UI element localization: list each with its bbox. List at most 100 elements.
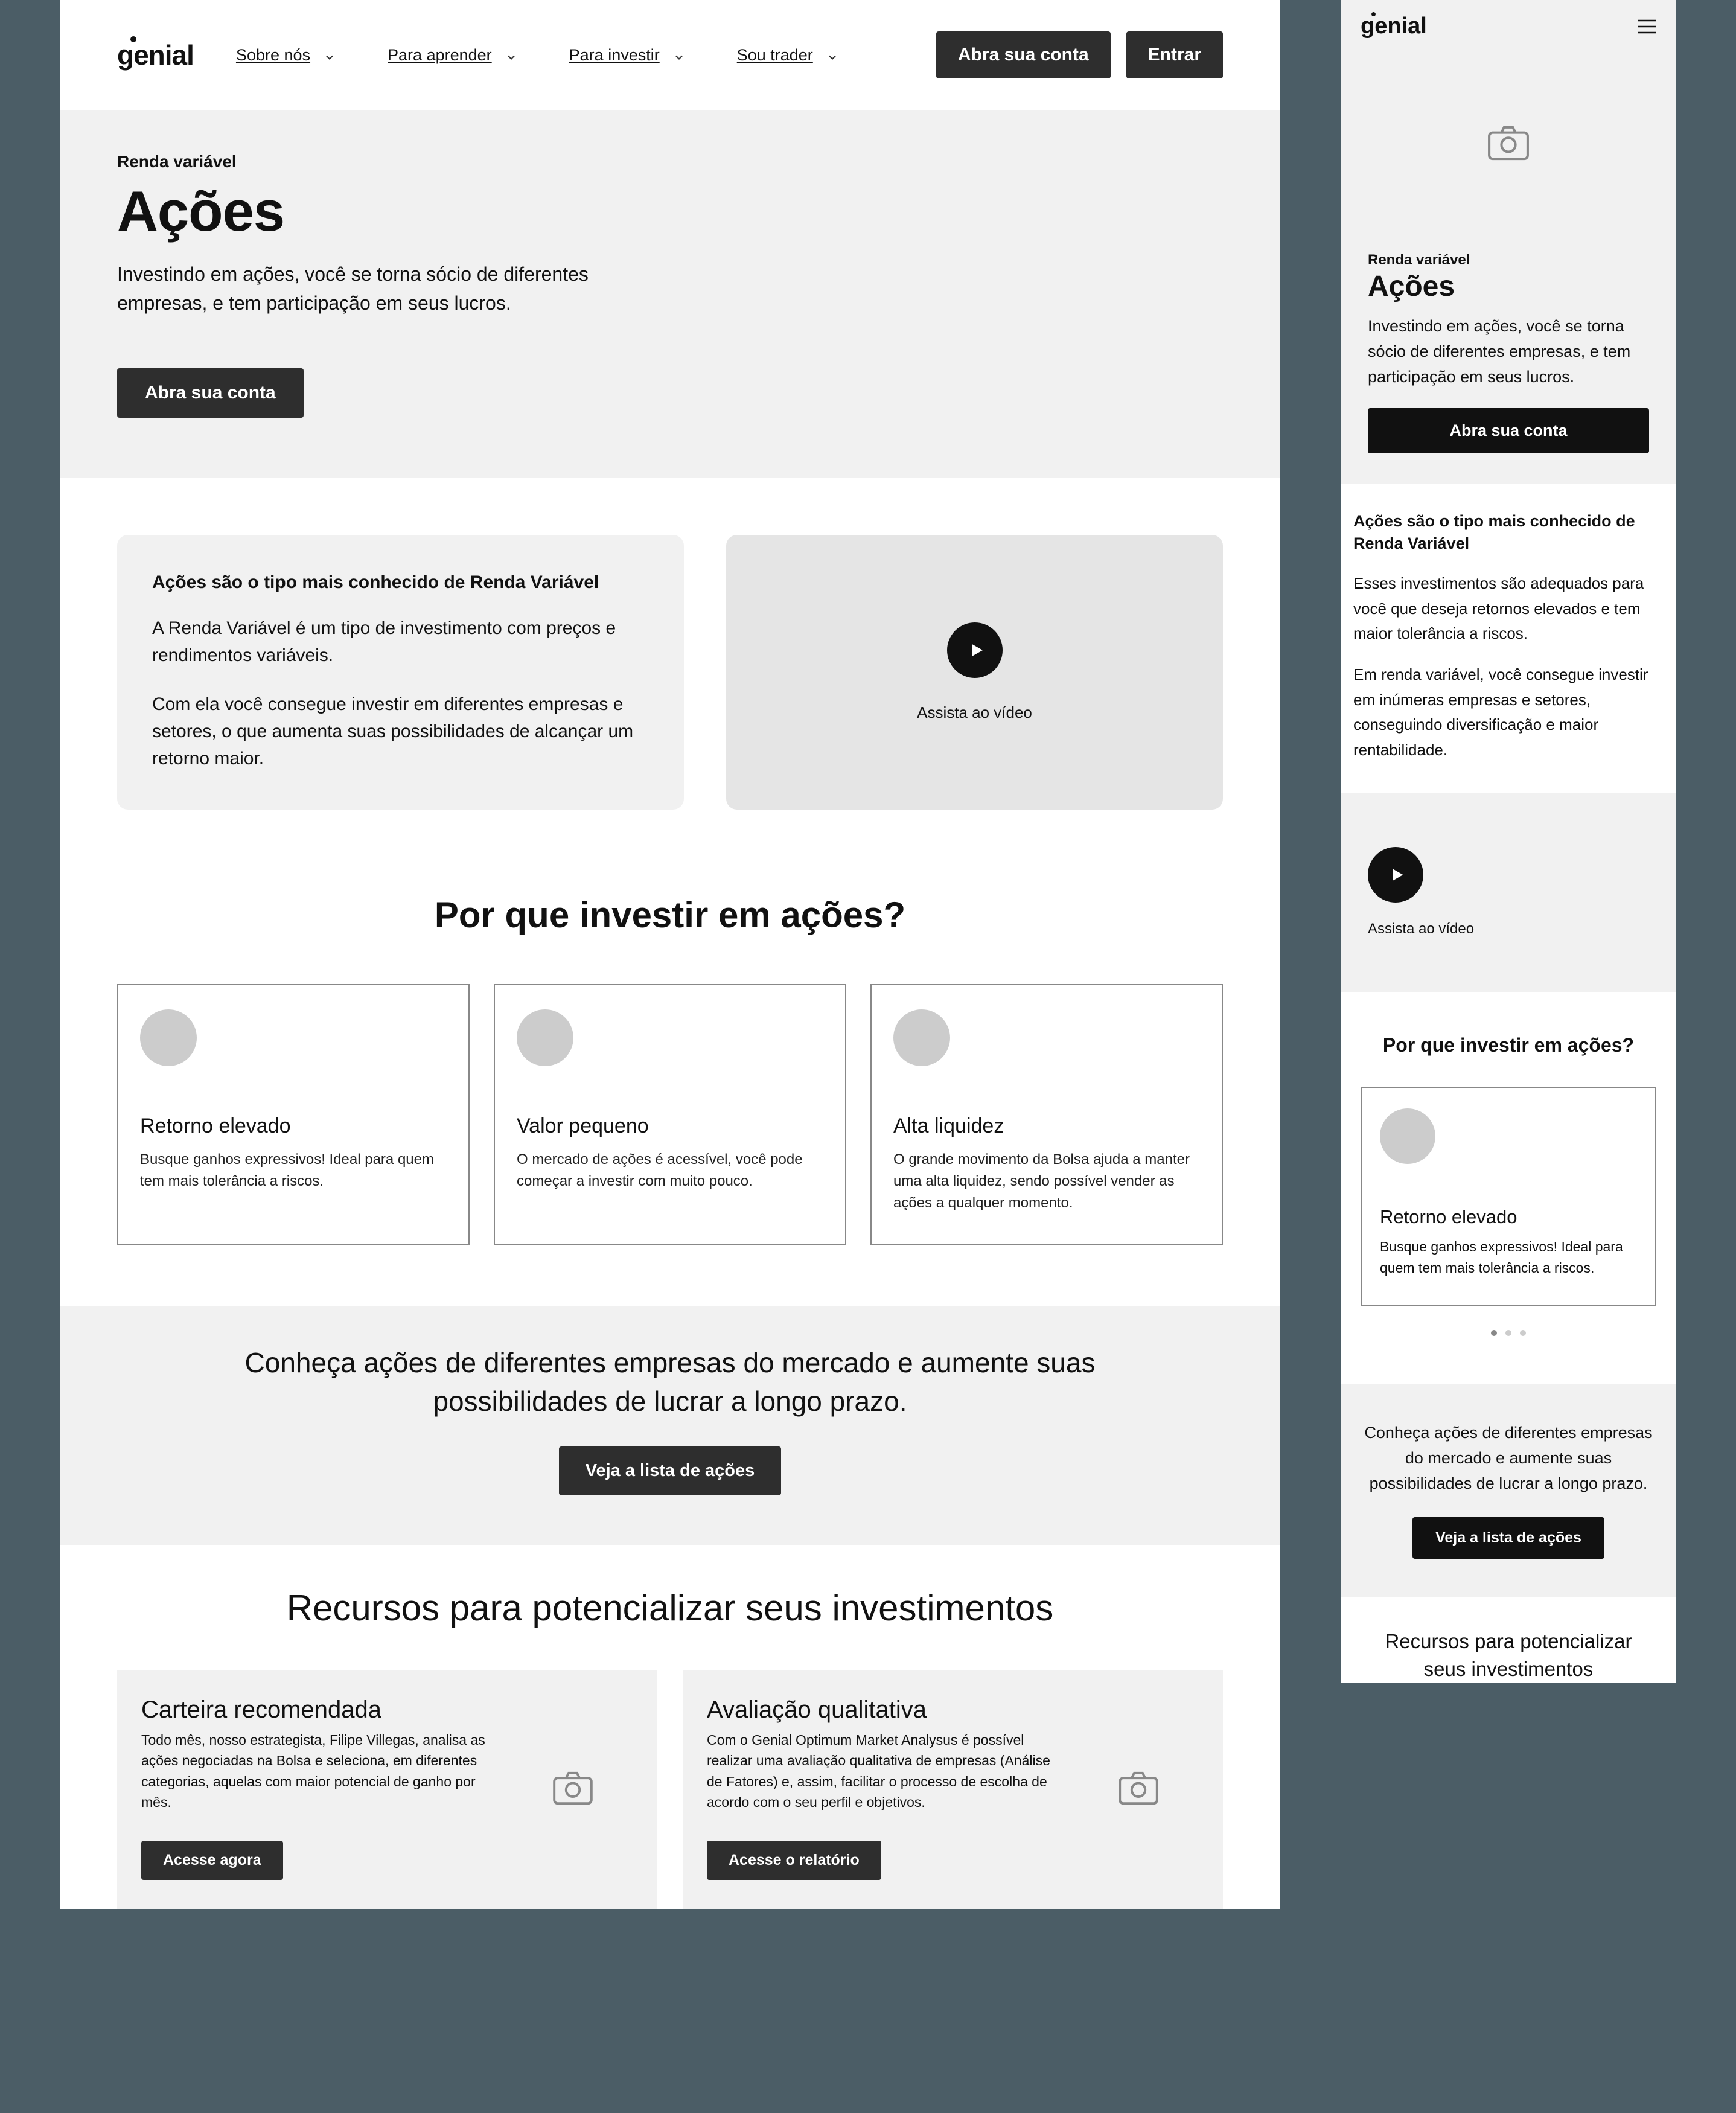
resource-card-desc: Todo mês, nosso estrategista, Filipe Vil… bbox=[141, 1730, 494, 1813]
cta-banner: Conheça ações de diferentes empresas do … bbox=[60, 1306, 1280, 1545]
hamburger-menu[interactable] bbox=[1638, 19, 1656, 34]
logo[interactable]: genial bbox=[117, 39, 194, 71]
dot bbox=[1505, 1330, 1511, 1336]
why-card-liquidez: Alta liquidez O grande movimento da Bols… bbox=[870, 984, 1223, 1245]
chevron-down-icon bbox=[826, 49, 838, 61]
card-icon-placeholder bbox=[1380, 1108, 1435, 1164]
resources-cards: Carteira recomendada Todo mês, nosso est… bbox=[117, 1670, 1223, 1909]
header-buttons: Abra sua conta Entrar bbox=[936, 31, 1223, 78]
carousel-dots[interactable] bbox=[1361, 1330, 1656, 1336]
card-title: Retorno elevado bbox=[140, 1114, 447, 1138]
resource-card-avaliacao: Avaliação qualitativa Com o Genial Optim… bbox=[683, 1670, 1223, 1909]
why-title: Por que investir em ações? bbox=[1361, 1034, 1656, 1056]
card-desc: O grande movimento da Bolsa ajuda a mant… bbox=[893, 1149, 1200, 1214]
card-title: Retorno elevado bbox=[1380, 1206, 1637, 1228]
card-icon-placeholder bbox=[140, 1009, 197, 1066]
nav-item-aprender[interactable]: Para aprender bbox=[388, 46, 517, 65]
chevron-down-icon bbox=[673, 49, 685, 61]
hero-title: Ações bbox=[117, 179, 1223, 244]
card-icon-placeholder bbox=[893, 1009, 950, 1066]
nav-label: Para investir bbox=[569, 46, 660, 65]
hero-eyebrow: Renda variável bbox=[117, 152, 1223, 171]
dot-active bbox=[1491, 1330, 1497, 1336]
resource-card-desc: Com o Genial Optimum Market Analysus é p… bbox=[707, 1730, 1060, 1813]
video-caption: Assista ao vídeo bbox=[917, 703, 1032, 722]
image-placeholder bbox=[1078, 1696, 1199, 1880]
image-placeholder bbox=[512, 1696, 633, 1880]
card-desc: Busque ganhos expressivos! Ideal para qu… bbox=[1380, 1236, 1637, 1278]
resource-card-button[interactable]: Acesse o relatório bbox=[707, 1841, 881, 1880]
intro-paragraph-1: Esses investimentos são adequados para v… bbox=[1353, 571, 1664, 647]
hero-cta-button[interactable]: Abra sua conta bbox=[1368, 408, 1649, 453]
intro-paragraph-2: Em renda variável, você consegue investi… bbox=[1353, 662, 1664, 762]
why-card-retorno: Retorno elevado Busque ganhos expressivo… bbox=[117, 984, 470, 1245]
main-nav: Sobre nós Para aprender Para investir So… bbox=[236, 46, 894, 65]
open-account-button[interactable]: Abra sua conta bbox=[936, 31, 1111, 78]
resources-title: Recursos para potencializar seus investi… bbox=[1341, 1597, 1676, 1683]
hero-section: Renda variável Ações Investindo em ações… bbox=[60, 110, 1280, 478]
mobile-hero: genial Renda variável Ações Investindo e… bbox=[1341, 0, 1676, 484]
intro-video-card: Assista ao vídeo bbox=[726, 535, 1223, 810]
intro-section: Ações são o tipo mais conhecido de Renda… bbox=[60, 478, 1280, 810]
cta-list-button[interactable]: Veja a lista de ações bbox=[1412, 1517, 1604, 1559]
resource-card-button[interactable]: Acesse agora bbox=[141, 1841, 283, 1880]
logo-text: genial bbox=[117, 39, 194, 71]
mobile-header: genial bbox=[1341, 0, 1676, 53]
why-invest-section: Por que investir em ações? Retorno eleva… bbox=[60, 810, 1280, 1306]
intro-heading: Ações são o tipo mais conhecido de Renda… bbox=[152, 572, 649, 593]
dot bbox=[1520, 1330, 1526, 1336]
desktop-mock: genial Sobre nós Para aprender Para inve… bbox=[60, 0, 1280, 1909]
card-title: Alta liquidez bbox=[893, 1114, 1200, 1138]
camera-icon bbox=[1487, 126, 1530, 161]
play-button[interactable] bbox=[1368, 847, 1423, 903]
hero-eyebrow: Renda variável bbox=[1368, 252, 1649, 269]
why-card-valor: Valor pequeno O mercado de ações é acess… bbox=[494, 984, 846, 1245]
mobile-resources: Recursos para potencializar seus investi… bbox=[1341, 1597, 1676, 1683]
card-title: Valor pequeno bbox=[517, 1114, 823, 1138]
camera-icon bbox=[552, 1771, 593, 1805]
cta-text: Conheça ações de diferentes empresas do … bbox=[1364, 1421, 1653, 1497]
nav-item-investir[interactable]: Para investir bbox=[569, 46, 685, 65]
logo[interactable]: genial bbox=[1361, 13, 1427, 39]
intro-text-card: Ações são o tipo mais conhecido de Renda… bbox=[117, 535, 684, 810]
hero-text: Renda variável Ações Investindo em ações… bbox=[1341, 234, 1676, 484]
intro-paragraph-1: A Renda Variável é um tipo de investimen… bbox=[152, 615, 649, 669]
hero-cta-button[interactable]: Abra sua conta bbox=[117, 368, 304, 418]
intro-paragraph-2: Com ela você consegue investir em difere… bbox=[152, 691, 649, 772]
card-desc: Busque ganhos expressivos! Ideal para qu… bbox=[140, 1149, 447, 1192]
play-icon bbox=[968, 641, 986, 659]
cta-list-button[interactable]: Veja a lista de ações bbox=[559, 1446, 782, 1495]
logo-dot-icon bbox=[1371, 12, 1376, 16]
hamburger-icon bbox=[1638, 19, 1656, 34]
chevron-down-icon bbox=[324, 49, 336, 61]
play-button[interactable] bbox=[947, 622, 1003, 678]
nav-label: Sobre nós bbox=[236, 46, 310, 65]
hero-image-placeholder bbox=[1341, 53, 1676, 234]
intro-heading: Ações são o tipo mais conhecido de Renda… bbox=[1353, 510, 1664, 556]
mobile-mock: genial Renda variável Ações Investindo e… bbox=[1341, 0, 1676, 1683]
nav-item-sobre[interactable]: Sobre nós bbox=[236, 46, 336, 65]
nav-item-trader[interactable]: Sou trader bbox=[737, 46, 838, 65]
video-caption: Assista ao vídeo bbox=[1368, 921, 1676, 938]
hero-title: Ações bbox=[1368, 270, 1649, 303]
cta-text: Conheça ações de diferentes empresas do … bbox=[205, 1343, 1135, 1421]
login-button[interactable]: Entrar bbox=[1126, 31, 1223, 78]
resource-card-title: Avaliação qualitativa bbox=[707, 1696, 1060, 1724]
mobile-why: Por que investir em ações? Retorno eleva… bbox=[1341, 992, 1676, 1384]
camera-icon bbox=[1118, 1771, 1159, 1805]
resource-card-title: Carteira recomendada bbox=[141, 1696, 494, 1724]
card-desc: O mercado de ações é acessível, você pod… bbox=[517, 1149, 823, 1192]
chevron-down-icon bbox=[505, 49, 517, 61]
nav-label: Sou trader bbox=[737, 46, 813, 65]
why-title: Por que investir em ações? bbox=[117, 894, 1223, 936]
mobile-cta-banner: Conheça ações de diferentes empresas do … bbox=[1341, 1384, 1676, 1597]
resources-title: Recursos para potencializar seus investi… bbox=[117, 1587, 1223, 1629]
logo-text: genial bbox=[1361, 13, 1427, 39]
mobile-intro: Ações são o tipo mais conhecido de Renda… bbox=[1341, 484, 1676, 793]
hero-subtitle: Investindo em ações, você se torna sócio… bbox=[117, 260, 600, 318]
hero-subtitle: Investindo em ações, você se torna sócio… bbox=[1368, 314, 1649, 390]
why-cards: Retorno elevado Busque ganhos expressivo… bbox=[117, 984, 1223, 1245]
desktop-header: genial Sobre nós Para aprender Para inve… bbox=[60, 0, 1280, 78]
play-icon bbox=[1389, 866, 1406, 883]
resource-card-carteira: Carteira recomendada Todo mês, nosso est… bbox=[117, 1670, 657, 1909]
